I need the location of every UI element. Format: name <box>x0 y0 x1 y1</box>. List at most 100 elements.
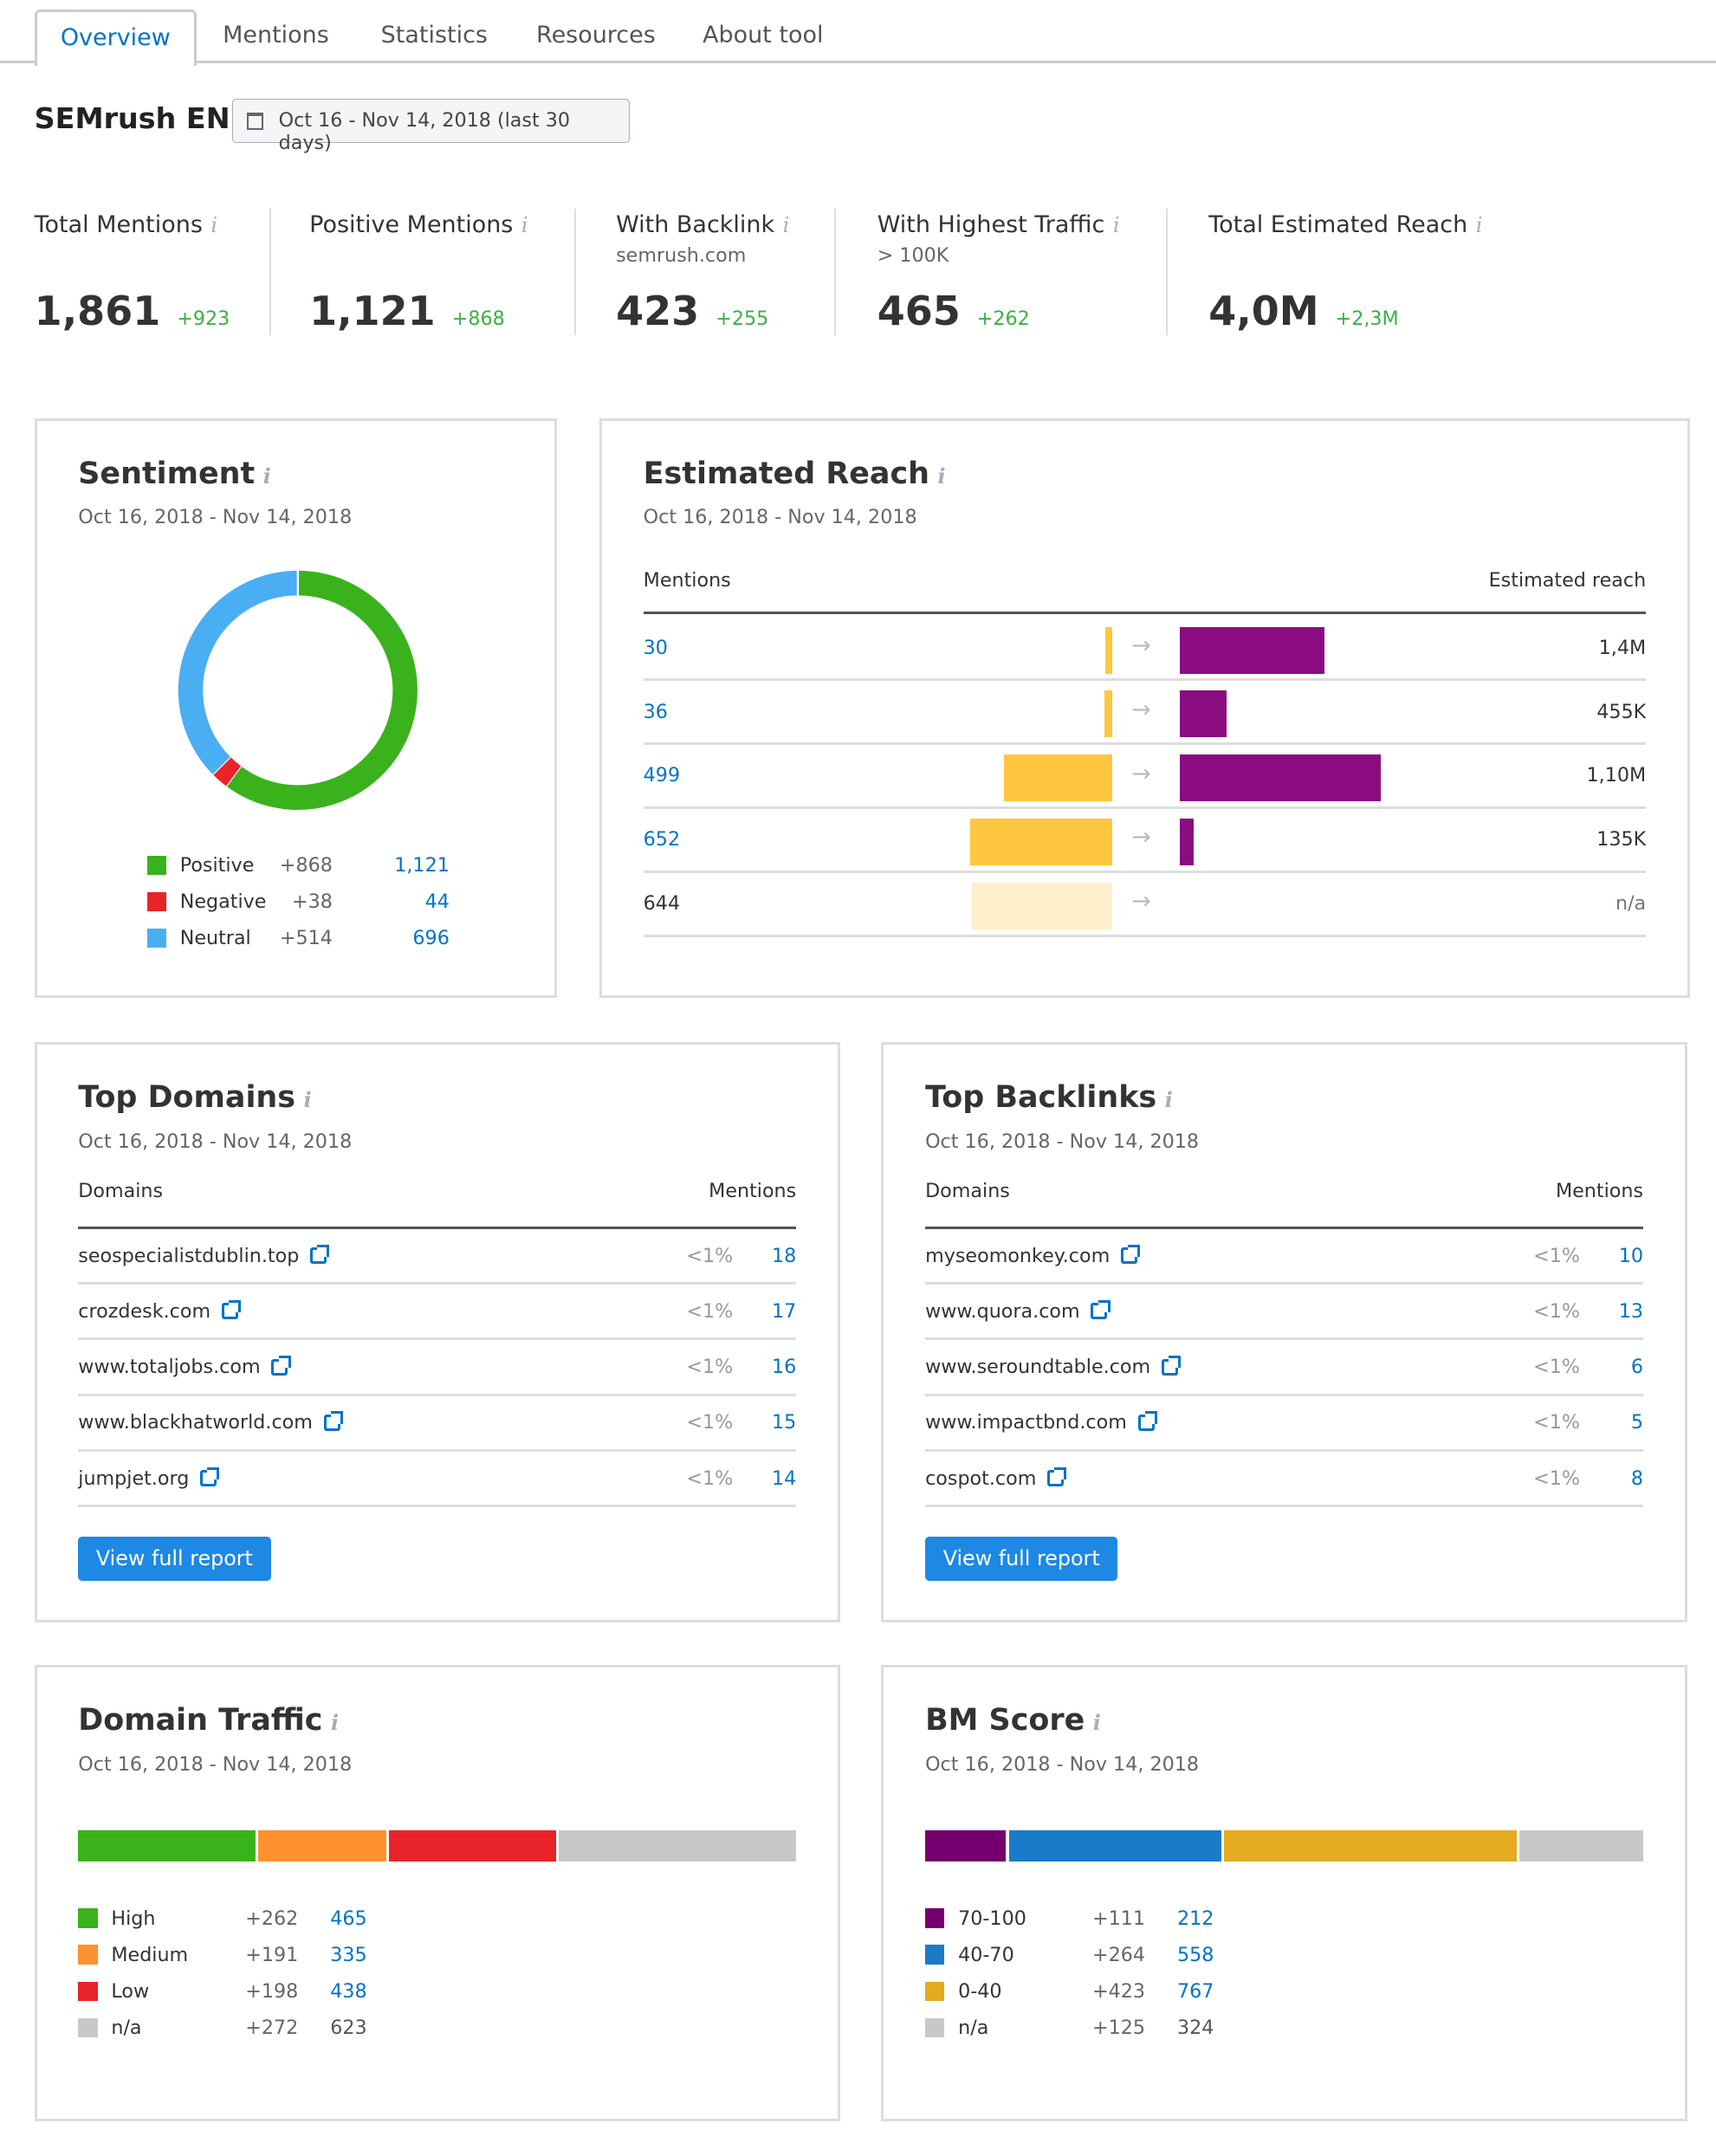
mentions-count[interactable]: 6 <box>1631 1356 1643 1378</box>
divider <box>269 209 271 336</box>
legend-delta: +191 <box>245 1943 299 1966</box>
info-icon[interactable]: i <box>331 1711 339 1735</box>
legend-value[interactable]: 696 <box>412 927 449 949</box>
info-icon[interactable]: i <box>521 213 528 237</box>
mentions-count[interactable]: 13 <box>1619 1300 1643 1323</box>
card-title: Estimated Reach i <box>644 456 946 491</box>
legend-delta: +868 <box>279 853 333 877</box>
tab-overview[interactable]: Overview <box>34 10 197 67</box>
legend-swatch <box>146 891 166 911</box>
external-link-icon[interactable] <box>310 1244 330 1265</box>
info-icon[interactable]: i <box>210 213 217 237</box>
donut-slice-neutral[interactable] <box>178 570 299 774</box>
arrow-right-icon: → <box>1131 631 1151 659</box>
metric-value: 4,0M <box>1208 287 1319 334</box>
donut-slice-positive[interactable] <box>226 570 418 810</box>
info-icon[interactable]: i <box>783 213 790 237</box>
reach-title: Estimated Reach <box>643 456 930 491</box>
legend-swatch <box>78 1981 98 2001</box>
view-full-report-button[interactable]: View full report <box>925 1537 1118 1582</box>
external-link-icon[interactable] <box>221 1299 242 1320</box>
info-icon[interactable]: i <box>1165 1088 1173 1112</box>
stack-segment-low[interactable] <box>388 1829 556 1862</box>
reach-value: n/a <box>1615 891 1647 915</box>
mentions-count[interactable]: 15 <box>772 1411 796 1434</box>
stack-segment-medium[interactable] <box>258 1829 386 1862</box>
legend-item-0-40: 0-40 +423 767 <box>925 1973 1283 2010</box>
stack-segment-40-70[interactable] <box>1008 1829 1222 1862</box>
mentions-percent: <1% <box>686 1356 734 1379</box>
legend-value[interactable]: 44 <box>425 890 450 913</box>
info-icon[interactable]: i <box>263 464 271 489</box>
donut-slice-negative[interactable] <box>212 756 242 787</box>
reach-mentions-count[interactable]: 499 <box>644 764 680 787</box>
domain-traffic-stacked-bar <box>78 1829 797 1862</box>
card-title: Top Backlinks i <box>925 1080 1173 1115</box>
external-link-icon[interactable] <box>1161 1356 1182 1376</box>
tab-mentions[interactable]: Mentions <box>223 22 329 49</box>
metric-label-text: Total Mentions <box>34 211 203 239</box>
info-icon[interactable]: i <box>1476 213 1483 237</box>
legend-value[interactable]: 1,121 <box>394 854 450 877</box>
legend-value[interactable]: 465 <box>330 1907 366 1930</box>
legend-value[interactable]: 558 <box>1177 1944 1214 1966</box>
external-link-icon[interactable] <box>323 1411 343 1431</box>
tab-about-tool[interactable]: About tool <box>703 22 823 49</box>
stack-segment-high[interactable] <box>78 1829 256 1862</box>
view-full-report-button[interactable]: View full report <box>78 1537 271 1582</box>
domain-name: www.blackhatworld.com <box>78 1411 313 1434</box>
domain-name: cospot.com <box>925 1466 1037 1490</box>
reach-row: 499 → 1,10M <box>643 745 1647 809</box>
info-icon[interactable]: i <box>1093 1711 1101 1735</box>
mentions-count[interactable]: 17 <box>772 1300 796 1323</box>
tab-resources[interactable]: Resources <box>536 22 656 49</box>
legend-delta: +272 <box>245 2016 299 2039</box>
stack-segment-n-a[interactable] <box>558 1829 797 1862</box>
tab-bar: Overview Mentions Statistics Resources A… <box>0 0 1716 67</box>
mentions-percent: <1% <box>686 1466 734 1490</box>
external-link-icon[interactable] <box>1137 1411 1157 1431</box>
mentions-count[interactable]: 10 <box>1619 1245 1643 1267</box>
info-icon[interactable]: i <box>304 1088 312 1112</box>
arrow-right-icon: → <box>1131 696 1151 723</box>
mentions-percent: <1% <box>686 1244 734 1267</box>
external-link-icon[interactable] <box>1091 1299 1111 1320</box>
external-link-icon[interactable] <box>1120 1244 1141 1265</box>
metric-4: Total Estimated Reach i 4,0M +2,3M <box>1208 211 1483 333</box>
reach-bar <box>1179 819 1194 865</box>
mentions-count[interactable]: 16 <box>772 1356 796 1378</box>
external-link-icon[interactable] <box>1047 1466 1067 1487</box>
date-range-picker[interactable]: Oct 16 - Nov 14, 2018 (last 30 days) <box>232 99 630 154</box>
mentions-count[interactable]: 8 <box>1631 1467 1643 1490</box>
legend-value[interactable]: 212 <box>1177 1907 1214 1930</box>
mentions-percent: <1% <box>1533 1466 1580 1490</box>
legend-value[interactable]: 438 <box>330 1980 366 2003</box>
top-domains-card: Top Domains i Oct 16, 2018 - Nov 14, 2018… <box>34 1042 840 1622</box>
stack-segment-n-a[interactable] <box>1519 1829 1643 1862</box>
reach-mentions-count[interactable]: 36 <box>644 701 668 723</box>
external-link-icon[interactable] <box>271 1356 291 1376</box>
legend-swatch <box>78 1945 98 1965</box>
mentions-count[interactable]: 18 <box>772 1245 796 1267</box>
card-date: Oct 16, 2018 - Nov 14, 2018 <box>78 505 353 528</box>
stack-segment-0-40[interactable] <box>1224 1829 1518 1862</box>
metric-2: With Backlink i semrush.com 423 +255 <box>616 211 790 333</box>
mentions-count[interactable]: 5 <box>1631 1411 1643 1434</box>
mentions-percent: <1% <box>1533 1356 1580 1379</box>
external-link-icon[interactable] <box>200 1466 220 1487</box>
reach-mentions-count[interactable]: 30 <box>644 637 668 659</box>
info-icon[interactable]: i <box>938 464 946 489</box>
info-icon[interactable]: i <box>1113 213 1120 237</box>
arrow-right-icon: → <box>1131 760 1151 787</box>
stack-segment-70-100[interactable] <box>925 1829 1007 1862</box>
legend-value[interactable]: 767 <box>1177 1980 1214 2003</box>
sentiment-title: Sentiment <box>78 456 256 491</box>
legend-value[interactable]: 335 <box>330 1944 366 1966</box>
mentions-count[interactable]: 14 <box>772 1467 796 1490</box>
table-row: seospecialistdublin.top <1% 18 <box>78 1229 797 1285</box>
metric-value: 423 <box>616 287 700 334</box>
tab-statistics[interactable]: Statistics <box>381 22 488 49</box>
reach-mentions-count[interactable]: 652 <box>644 828 680 851</box>
divider <box>574 209 577 336</box>
divider <box>1166 209 1168 336</box>
